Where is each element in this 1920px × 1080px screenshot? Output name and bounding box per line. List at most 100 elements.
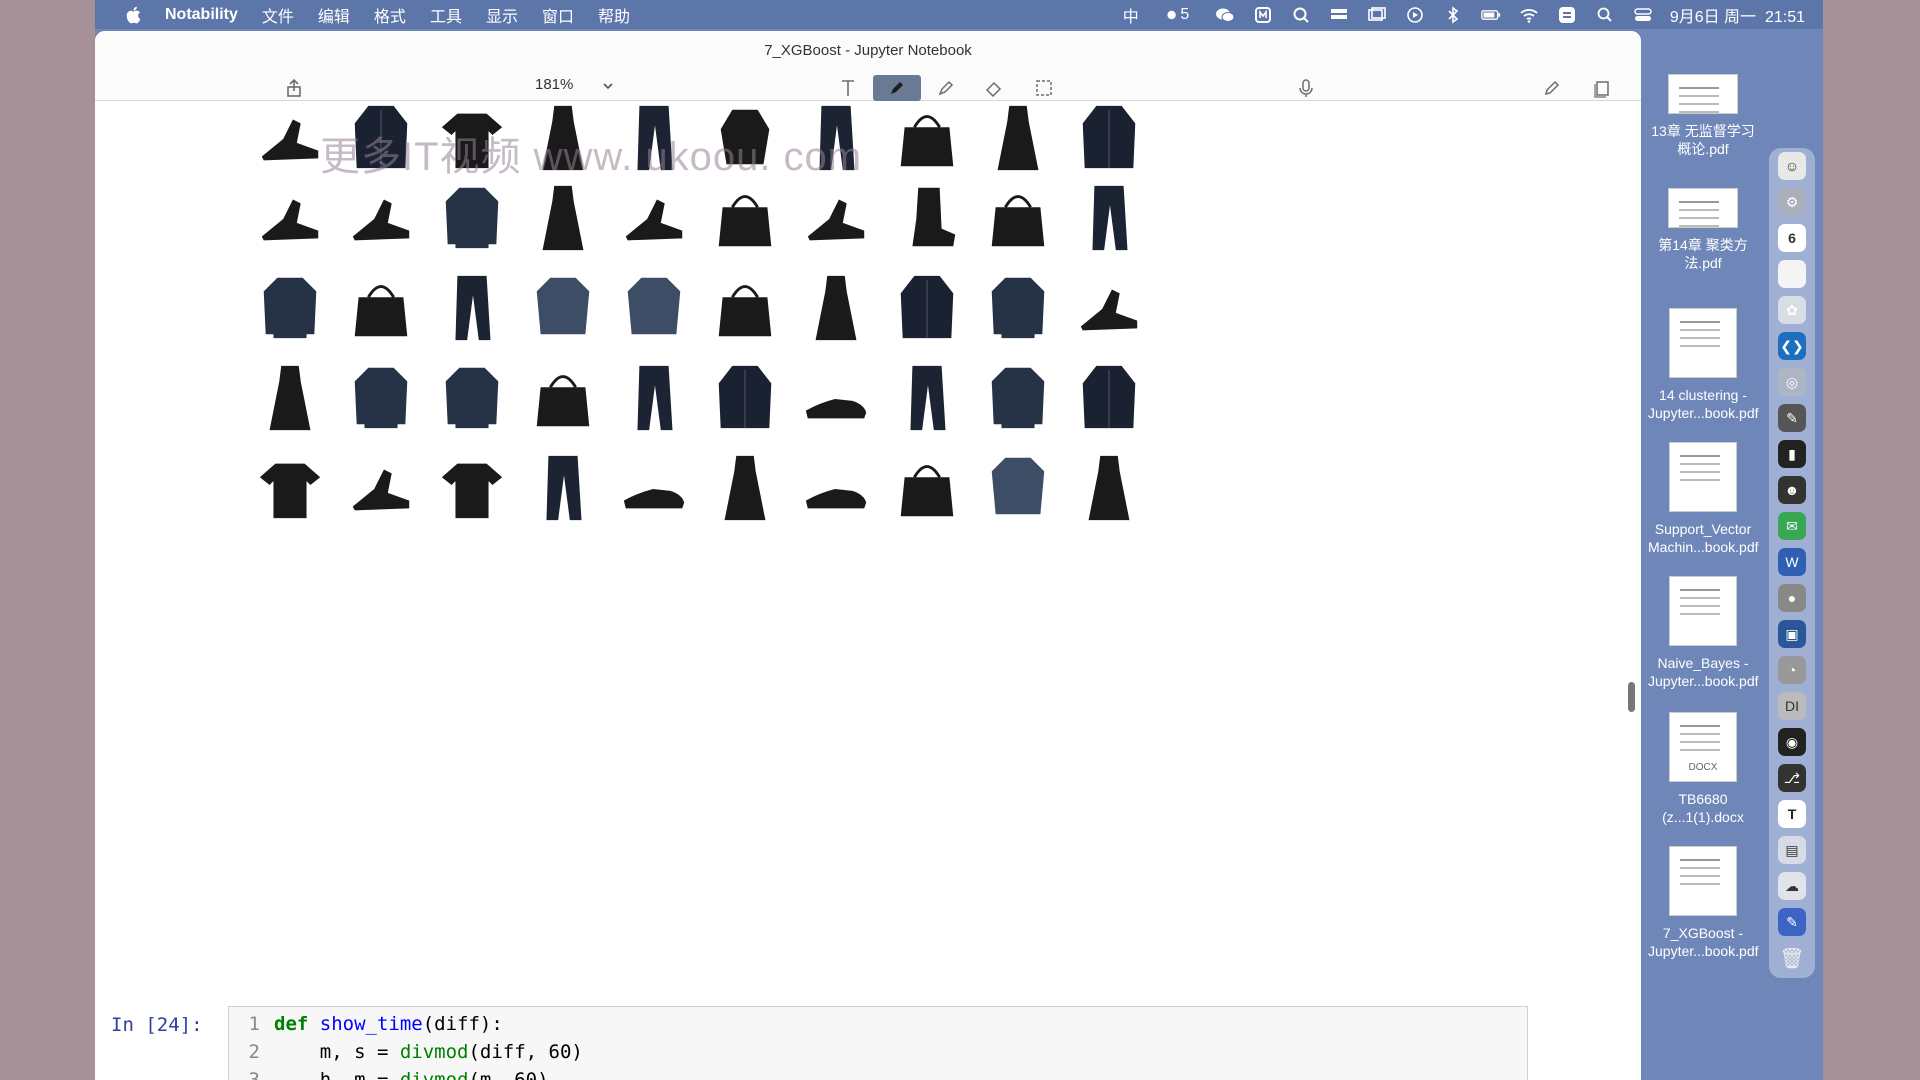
fashion-item-image: [245, 352, 335, 442]
lasso-tool-button[interactable]: [1029, 75, 1059, 101]
preview-icon[interactable]: ▤: [1778, 836, 1806, 864]
edit-pen-button[interactable]: [1537, 75, 1567, 101]
eraser-tool-button[interactable]: [979, 75, 1009, 101]
fashion-item-image: [609, 352, 699, 442]
desktop-file[interactable]: DOCX TB6680 (z...1(1).docx: [1648, 712, 1758, 826]
bluetooth-icon[interactable]: [1442, 5, 1464, 24]
desktop-file[interactable]: Support_Vector Machin...book.pdf: [1648, 442, 1759, 556]
notification-icon[interactable]: 5: [1158, 6, 1198, 24]
code-builtin: divmod: [399, 1069, 469, 1080]
menu-window[interactable]: 窗口: [542, 3, 574, 27]
fashion-item-image: [336, 262, 426, 352]
calendar-icon[interactable]: 6: [1778, 224, 1806, 252]
fashion-item-image: [791, 172, 881, 262]
text-tool-icon: [842, 80, 854, 96]
trash-icon[interactable]: 🗑: [1778, 944, 1806, 972]
desktop-file[interactable]: 第14章 聚类方法.pdf: [1648, 170, 1758, 272]
app-round-icon[interactable]: ●: [1778, 584, 1806, 612]
docs-icon[interactable]: ▣: [1778, 620, 1806, 648]
sync-icon[interactable]: [1556, 6, 1578, 24]
note-page[interactable]: 更多IT视频 www. ukoou. com In [24]: 1 def sh…: [95, 102, 1641, 1080]
desktop-file[interactable]: Naive_Bayes - Jupyter...book.pdf: [1648, 576, 1759, 690]
shelf-icon[interactable]: [1328, 6, 1350, 24]
menu-view[interactable]: 显示: [486, 3, 518, 27]
code-text: (diff):: [422, 1013, 503, 1035]
vertical-scrollbar[interactable]: [1628, 682, 1635, 712]
fashion-item-image: [245, 172, 335, 262]
desktop-file[interactable]: 14 clustering - Jupyter...book.pdf: [1648, 308, 1759, 422]
activity-monitor-icon[interactable]: ◔: [1778, 656, 1806, 684]
sourcetree-icon[interactable]: ⎇: [1778, 764, 1806, 792]
fashion-item-image: [518, 352, 608, 442]
terminal-icon[interactable]: ▮: [1778, 440, 1806, 468]
menu-tools[interactable]: 工具: [430, 3, 462, 27]
desktop-file[interactable]: 13章 无监督学习概论.pdf: [1648, 56, 1758, 158]
battery-icon[interactable]: [1480, 6, 1502, 24]
chevron-down-icon[interactable]: [601, 79, 615, 93]
pages-button[interactable]: [1587, 75, 1617, 101]
line-number: 3: [248, 1069, 260, 1080]
fashion-item-image: [882, 172, 972, 262]
sneaker-image: [623, 488, 685, 509]
tshirt-image: [441, 463, 503, 519]
menu-app-name[interactable]: Notability: [165, 6, 238, 24]
photos-icon[interactable]: ✿: [1778, 296, 1806, 324]
wechat-icon[interactable]: [1214, 6, 1236, 24]
system-preferences-icon[interactable]: ⚙: [1778, 188, 1806, 216]
word-icon[interactable]: W: [1778, 548, 1806, 576]
vscode-icon[interactable]: ❮❯: [1778, 332, 1806, 360]
fashion-item-image: [1064, 442, 1154, 532]
input-method-icon[interactable]: 中: [1120, 6, 1142, 26]
desktop-file-name: 7_XGBoost - Jupyter...book.pdf: [1648, 925, 1759, 959]
code-cell[interactable]: In [24]: 1 def show_time (diff): 2 m, s …: [95, 1002, 1641, 1080]
menu-format[interactable]: 格式: [374, 3, 406, 27]
play-icon[interactable]: [1404, 6, 1426, 24]
text-tool-button[interactable]: [833, 75, 863, 101]
control-center-icon[interactable]: [1632, 6, 1654, 24]
zoom-level[interactable]: 181%: [535, 76, 573, 93]
windows-icon[interactable]: [1366, 6, 1388, 24]
pdf-thumbnail-icon: [1669, 442, 1737, 512]
github-icon[interactable]: ◉: [1778, 728, 1806, 756]
desktop-file-name: 13章 无监督学习概论.pdf: [1651, 123, 1755, 157]
cloud-icon[interactable]: ☁: [1778, 872, 1806, 900]
menu-help[interactable]: 帮助: [598, 3, 630, 27]
chrome-icon[interactable]: ◎: [1778, 368, 1806, 396]
code-input-area[interactable]: 1 def show_time (diff): 2 m, s = divmod …: [228, 1006, 1528, 1080]
wifi-icon[interactable]: [1518, 6, 1540, 24]
record-audio-button[interactable]: [1291, 75, 1321, 101]
app-di-icon[interactable]: DI: [1778, 692, 1806, 720]
wechat-dock-icon[interactable]: ✉: [1778, 512, 1806, 540]
finder-icon[interactable]: ☺: [1778, 152, 1806, 180]
fashion-item-image: [1064, 102, 1154, 172]
search-app-icon[interactable]: [1290, 6, 1312, 24]
qq-icon[interactable]: ☻: [1778, 476, 1806, 504]
tshirt-image: [259, 463, 321, 519]
highlighter-tool-button[interactable]: [931, 75, 961, 101]
menubar-datetime[interactable]: 9月6日 周一 21:51: [1670, 3, 1805, 27]
cell-prompt: In [24]:: [111, 1014, 203, 1036]
notability-icon[interactable]: ✎: [1778, 908, 1806, 936]
code-text: (m, 60): [468, 1069, 549, 1080]
share-button[interactable]: [281, 75, 307, 101]
evernote-icon[interactable]: ✎: [1778, 404, 1806, 432]
fashion-item-image: [973, 442, 1063, 532]
pencil-icon: [1544, 80, 1560, 96]
pen-icon: [891, 82, 903, 94]
desktop-file[interactable]: 7_XGBoost - Jupyter...book.pdf: [1648, 846, 1759, 960]
fashion-item-image: [700, 352, 790, 442]
menu-file[interactable]: 文件: [262, 3, 294, 27]
eraser-icon: [985, 81, 1002, 98]
notes-icon[interactable]: [1778, 260, 1806, 288]
fashion-item-image: [518, 442, 608, 532]
pen-tool-button[interactable]: [873, 75, 921, 101]
app-m-icon[interactable]: [1252, 6, 1274, 24]
sandal-image: [625, 199, 683, 241]
fashion-item-image: [882, 262, 972, 352]
menu-edit[interactable]: 编辑: [318, 3, 350, 27]
apple-logo-icon[interactable]: [123, 4, 145, 26]
typora-icon[interactable]: T: [1778, 800, 1806, 828]
spotlight-search-icon[interactable]: [1594, 6, 1616, 24]
trouser-image: [910, 365, 946, 431]
desktop-file-name: 14 clustering - Jupyter...book.pdf: [1648, 387, 1759, 421]
